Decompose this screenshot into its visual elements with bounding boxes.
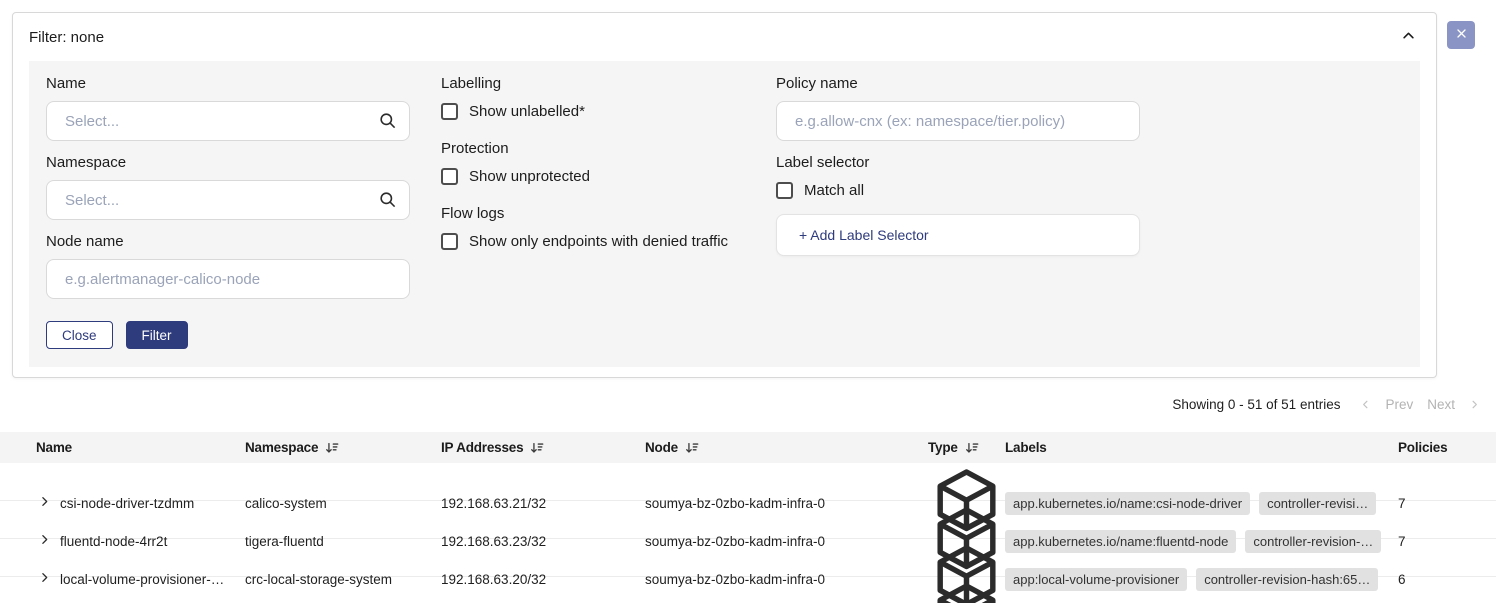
- search-icon: [378, 111, 397, 130]
- chevron-left-icon[interactable]: [1360, 399, 1371, 410]
- policy-name-input[interactable]: [776, 101, 1140, 141]
- endpoint-namespace: crc-local-storage-system: [245, 572, 441, 587]
- filter-column-right: Policy name Label selector Match all + A…: [776, 75, 1140, 256]
- column-header-namespace[interactable]: Namespace: [245, 440, 441, 455]
- show-unprotected-label: Show unprotected: [469, 168, 590, 185]
- sort-icon[interactable]: [685, 441, 699, 455]
- endpoint-name[interactable]: local-volume-provisioner-…: [56, 572, 245, 587]
- column-header-policies: Policies: [1390, 440, 1496, 455]
- endpoint-policies-count: 6: [1390, 572, 1496, 587]
- expand-row-button[interactable]: [38, 495, 54, 511]
- collapse-filter-button[interactable]: [1398, 27, 1418, 47]
- name-select-input[interactable]: [46, 101, 410, 141]
- column-header-type[interactable]: Type: [928, 440, 1005, 455]
- expand-row-button[interactable]: [38, 571, 54, 587]
- label-chip[interactable]: app.kubernetes.io/name:csi-node-driver: [1005, 492, 1250, 515]
- showing-entries-text: Showing 0 - 51 of 51 entries: [1172, 397, 1340, 412]
- endpoint-ip: 192.168.63.21/32: [441, 496, 645, 511]
- filter-panel: Filter: none Name Namespace: [12, 12, 1437, 378]
- label-chip[interactable]: controller-revision-hash:65…: [1196, 568, 1378, 591]
- policy-name-field-label: Policy name: [776, 75, 1140, 92]
- filter-panel-body: Name Namespace Node name Close Filt: [29, 61, 1420, 367]
- filter-column-left: Name Namespace Node name Close Filt: [46, 75, 410, 349]
- endpoint-labels: app.kubernetes.io/name:fluentd-node cont…: [1005, 530, 1390, 553]
- show-unprotected-checkbox[interactable]: [441, 168, 458, 185]
- endpoint-name[interactable]: csi-node-driver-tzdmm: [56, 496, 245, 511]
- filter-column-middle: Labelling Show unlabelled* Protection Sh…: [441, 75, 781, 270]
- match-all-label: Match all: [804, 182, 864, 199]
- labelling-section-label: Labelling: [441, 75, 781, 92]
- sort-icon[interactable]: [325, 441, 339, 455]
- column-header-labels: Labels: [1005, 440, 1390, 455]
- denied-traffic-checkbox[interactable]: [441, 233, 458, 250]
- show-unlabelled-label: Show unlabelled*: [469, 103, 585, 120]
- table-toolbar: Showing 0 - 51 of 51 entries Prev Next: [1172, 397, 1480, 412]
- endpoint-labels: app.kubernetes.io/name:csi-node-driver c…: [1005, 492, 1390, 515]
- show-unlabelled-checkbox[interactable]: [441, 103, 458, 120]
- endpoint-labels: app:local-volume-provisioner controller-…: [1005, 568, 1390, 591]
- namespace-select-input[interactable]: [46, 180, 410, 220]
- close-icon: [1455, 27, 1468, 43]
- endpoint-name[interactable]: fluentd-node-4rr2t: [56, 534, 245, 549]
- dialog-close-button[interactable]: [1447, 21, 1475, 49]
- node-name-field-label: Node name: [46, 233, 410, 250]
- label-chip[interactable]: app:local-volume-provisioner: [1005, 568, 1187, 591]
- endpoint-namespace: calico-system: [245, 496, 441, 511]
- search-icon: [378, 190, 397, 209]
- pagination: Prev Next: [1360, 397, 1480, 412]
- sort-icon[interactable]: [530, 441, 544, 455]
- node-name-input[interactable]: [46, 259, 410, 299]
- chevron-right-icon: [38, 495, 51, 511]
- denied-traffic-label: Show only endpoints with denied traffic: [469, 233, 728, 250]
- expand-row-button[interactable]: [38, 533, 54, 549]
- label-selector-section-label: Label selector: [776, 154, 1140, 171]
- table-header-row: Name Namespace IP Addresses Node Type: [0, 432, 1496, 463]
- chevron-right-icon[interactable]: [1469, 399, 1480, 410]
- endpoints-table: Name Namespace IP Addresses Node Type: [0, 432, 1496, 603]
- endpoint-node: soumya-bz-0zbo-kadm-infra-0: [645, 496, 928, 511]
- endpoint-ip: 192.168.63.23/32: [441, 534, 645, 549]
- close-button[interactable]: Close: [46, 321, 113, 349]
- flow-logs-section-label: Flow logs: [441, 205, 781, 222]
- column-header-name[interactable]: Name: [0, 440, 245, 455]
- endpoint-node: soumya-bz-0zbo-kadm-infra-0: [645, 534, 928, 549]
- label-chip[interactable]: controller-revision-…: [1245, 530, 1381, 553]
- name-field-label: Name: [46, 75, 410, 92]
- prev-page-button[interactable]: Prev: [1385, 397, 1413, 412]
- endpoint-policies-count: 7: [1390, 496, 1496, 511]
- add-label-selector-button[interactable]: + Add Label Selector: [776, 214, 1140, 256]
- match-all-checkbox[interactable]: [776, 182, 793, 199]
- label-chip[interactable]: controller-revisi…: [1259, 492, 1376, 515]
- column-header-node[interactable]: Node: [645, 440, 928, 455]
- label-chip[interactable]: app.kubernetes.io/name:fluentd-node: [1005, 530, 1236, 553]
- column-header-ip-addresses[interactable]: IP Addresses: [441, 440, 645, 455]
- table-row[interactable]: csi-node-driver-tzdmm calico-system 192.…: [0, 463, 1496, 501]
- next-page-button[interactable]: Next: [1427, 397, 1455, 412]
- filter-button[interactable]: Filter: [126, 321, 188, 349]
- filter-panel-header: Filter: none: [13, 13, 1436, 57]
- namespace-field-label: Namespace: [46, 154, 410, 171]
- chevron-right-icon: [38, 571, 51, 587]
- sort-icon[interactable]: [965, 441, 979, 455]
- protection-section-label: Protection: [441, 140, 781, 157]
- chevron-right-icon: [38, 533, 51, 549]
- endpoint-policies-count: 7: [1390, 534, 1496, 549]
- chevron-up-icon: [1401, 28, 1416, 47]
- endpoint-namespace: tigera-fluentd: [245, 534, 441, 549]
- endpoint-ip: 192.168.63.20/32: [441, 572, 645, 587]
- endpoint-node: soumya-bz-0zbo-kadm-infra-0: [645, 572, 928, 587]
- filter-panel-title: Filter: none: [29, 29, 104, 46]
